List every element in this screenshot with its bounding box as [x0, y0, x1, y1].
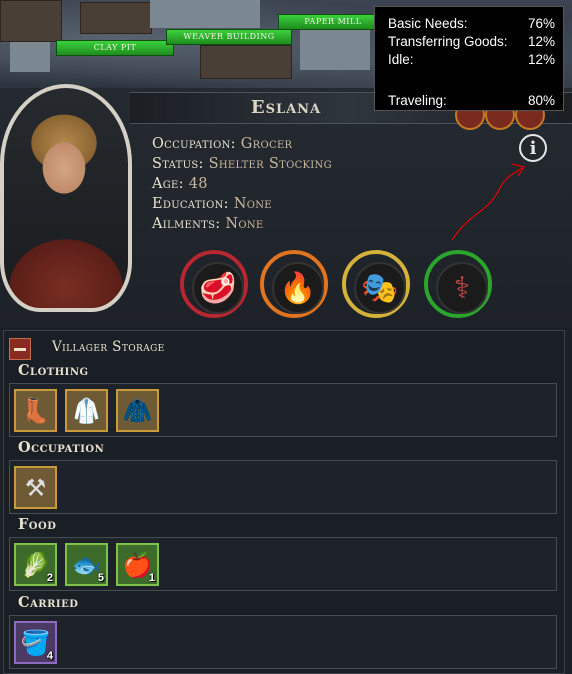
tooltip-label: Basic Needs:	[388, 16, 468, 31]
building-label-weaver-building[interactable]: Weaver Building	[166, 29, 292, 45]
map-roof	[150, 0, 260, 28]
need-food-ring[interactable]: 🥩	[180, 250, 248, 318]
category-row-clothing: 👢 🥼 🧥	[9, 383, 557, 437]
category-label-carried: Carried	[18, 594, 79, 611]
villager-name: Eslana	[250, 97, 322, 118]
attr-value: 48	[188, 176, 208, 192]
item-count: 2	[46, 572, 53, 584]
attr-value: None	[233, 196, 272, 212]
item-count: 5	[97, 572, 104, 584]
category-label-occupation: Occupation	[18, 439, 105, 456]
attr-value: Shelter Stocking	[208, 156, 332, 172]
need-warmth-ring[interactable]: 🔥	[260, 250, 328, 318]
meat-icon: 🥩	[192, 262, 244, 314]
tooltip-label: Traveling:	[388, 93, 447, 108]
attr-label: Education:	[152, 196, 229, 212]
map-house	[200, 45, 292, 79]
map-roof	[10, 42, 50, 72]
category-row-carried: 🪣 4	[9, 615, 557, 669]
attr-status: Status: Shelter Stocking	[152, 156, 332, 172]
attr-ailments: Ailments: None	[152, 216, 264, 232]
tunic-icon[interactable]: 🥼	[65, 389, 108, 432]
building-label-clay-pit[interactable]: Clay Pit	[56, 40, 174, 56]
villager-portrait-frame	[0, 84, 132, 312]
category-row-food: 🥬 2 🐟 5 🍎 1	[9, 537, 557, 591]
boots-icon[interactable]: 👢	[14, 389, 57, 432]
attr-label: Ailments:	[152, 216, 221, 232]
attr-value: Grocer	[240, 136, 293, 152]
collapse-storage-button[interactable]	[9, 338, 31, 360]
tooltip-row: Basic Needs: 76%	[388, 15, 555, 33]
tooltip-label: Idle:	[388, 52, 414, 67]
attr-label: Age:	[152, 176, 184, 192]
activity-tooltip: Basic Needs: 76% Transferring Goods: 12%…	[374, 6, 564, 111]
coat-icon[interactable]: 🧥	[116, 389, 159, 432]
tooltip-label: Transferring Goods:	[388, 34, 508, 49]
fish-icon[interactable]: 🐟 5	[65, 543, 108, 586]
tooltip-value: 76%	[527, 16, 555, 31]
need-health-ring[interactable]: ⚕	[424, 250, 492, 318]
fruit-icon[interactable]: 🍎 1	[116, 543, 159, 586]
storage-title: Villager Storage	[52, 339, 165, 355]
tooltip-value: 80%	[527, 93, 555, 108]
attr-age: Age: 48	[152, 176, 208, 192]
item-count: 1	[148, 572, 155, 584]
need-entertainment-ring[interactable]: 🎭	[342, 250, 410, 318]
fire-icon: 🔥	[272, 262, 324, 314]
tooltip-row: Idle: 12%	[388, 51, 555, 69]
villager-portrait	[4, 88, 128, 308]
tooltip-value: 12%	[527, 34, 555, 49]
map-house	[80, 2, 152, 34]
hammer-icon[interactable]: ⚒	[14, 466, 57, 509]
tooltip-row: Transferring Goods: 12%	[388, 33, 555, 51]
attr-label: Status:	[152, 156, 204, 172]
tooltip-value: 12%	[527, 52, 555, 67]
building-label-paper-mill[interactable]: Paper Mill	[278, 14, 388, 30]
attr-label: Occupation:	[152, 136, 236, 152]
category-label-food: Food	[18, 516, 57, 533]
cabbage-icon[interactable]: 🥬 2	[14, 543, 57, 586]
category-label-clothing: Clothing	[18, 362, 89, 379]
theater-masks-icon: 🎭	[354, 262, 406, 314]
attr-occupation: Occupation: Grocer	[152, 136, 292, 152]
caduceus-icon: ⚕	[436, 262, 488, 314]
red-annotation-arrow	[451, 163, 526, 241]
tooltip-row: Traveling: 80%	[388, 92, 555, 110]
item-count: 4	[46, 650, 53, 662]
attr-value: None	[225, 216, 264, 232]
category-row-occupation: ⚒	[9, 460, 557, 514]
map-roof	[300, 30, 370, 70]
attr-education: Education: None	[152, 196, 272, 212]
water-bucket-icon[interactable]: 🪣 4	[14, 621, 57, 664]
map-house	[0, 0, 62, 42]
